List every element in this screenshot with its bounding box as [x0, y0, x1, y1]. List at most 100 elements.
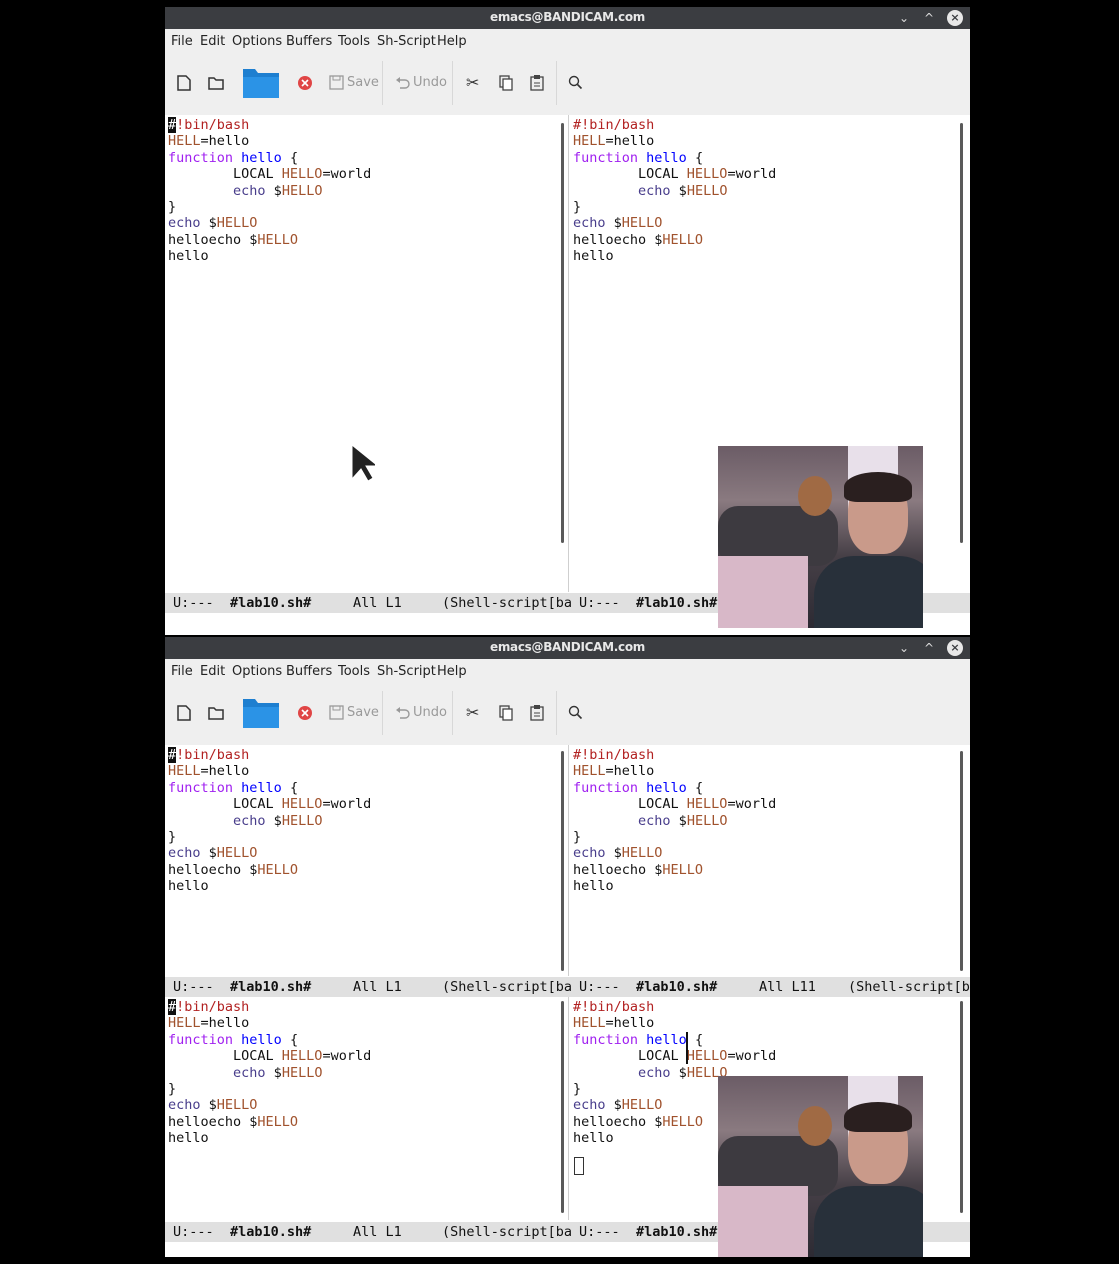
ibeam-mouse-cursor — [686, 1032, 688, 1064]
mode-line-buffer-name[interactable]: #lab10.sh# — [230, 593, 311, 613]
code-buffer[interactable]: #!bin/bash HELL=hello function hello { L… — [168, 999, 371, 1147]
window-divider[interactable] — [568, 997, 569, 1220]
webcam-overlay — [718, 446, 923, 628]
open-directory-icon[interactable] — [208, 76, 224, 90]
undo-icon[interactable] — [395, 76, 410, 90]
mode-line-position: All L1 — [353, 979, 402, 995]
menu-help[interactable]: Help — [437, 34, 467, 49]
mode-line-buffer-name[interactable]: #lab10.sh# — [636, 1222, 717, 1242]
copy-icon[interactable] — [499, 75, 513, 91]
search-icon[interactable] — [568, 75, 583, 90]
menu-file[interactable]: File — [171, 664, 193, 679]
scrollbar[interactable] — [960, 1001, 963, 1213]
maximize-button[interactable]: ^ — [920, 639, 938, 657]
menu-edit[interactable]: Edit — [200, 664, 225, 679]
toolbar-separator — [556, 691, 557, 735]
scrollbar[interactable] — [561, 1001, 564, 1213]
minimize-button[interactable]: ⌄ — [895, 9, 913, 27]
mode-line-buffer-name[interactable]: #lab10.sh# — [636, 593, 717, 613]
folder-icon[interactable] — [242, 695, 280, 729]
new-file-icon[interactable] — [177, 75, 191, 91]
title-bar[interactable]: emacs@BANDICAM.com ⌄ ^ × — [165, 7, 970, 29]
code-buffer[interactable]: #!bin/bash HELL=hello function hello { L… — [168, 117, 371, 265]
mode-line-status: U:--- — [579, 979, 620, 995]
code-buffer[interactable]: #!bin/bash HELL=hello function hello { L… — [573, 747, 776, 895]
menu-tools[interactable]: Tools — [338, 664, 370, 679]
mode-line-position: All L1 — [353, 595, 402, 611]
menu-options[interactable]: Options — [232, 34, 282, 49]
new-file-icon[interactable] — [177, 705, 191, 721]
folder-icon[interactable] — [242, 65, 280, 99]
hollow-text-cursor — [574, 1157, 584, 1175]
text-cursor: # — [168, 999, 177, 1015]
close-buffer-icon[interactable] — [298, 76, 312, 90]
save-button[interactable]: Save — [347, 75, 379, 90]
cut-icon[interactable]: ✂ — [466, 703, 479, 722]
menu-file[interactable]: File — [171, 34, 193, 49]
window-divider[interactable] — [568, 115, 569, 592]
scrollbar[interactable] — [561, 751, 564, 971]
window-title: emacs@BANDICAM.com — [490, 640, 645, 654]
paste-icon[interactable] — [530, 74, 544, 91]
menu-bar: File Edit Options Buffers Tools Sh-Scrip… — [165, 29, 970, 55]
mode-line-position: All L1 — [353, 1224, 402, 1240]
tool-bar: Save Undo ✂ — [165, 55, 970, 115]
mode-line[interactable]: U:--- #lab10.sh# All L1 (Shell-script[ba — [165, 977, 571, 997]
search-icon[interactable] — [568, 705, 583, 720]
teddy-bear — [798, 476, 832, 516]
menu-sh-script[interactable]: Sh-Script — [377, 34, 436, 49]
editor-pane-lower-left[interactable]: #!bin/bash HELL=hello function hello { L… — [165, 997, 565, 1220]
menu-buffers[interactable]: Buffers — [286, 34, 332, 49]
mode-line-buffer-name[interactable]: #lab10.sh# — [230, 977, 311, 997]
menu-sh-script[interactable]: Sh-Script — [377, 664, 436, 679]
close-window-button[interactable]: × — [947, 640, 963, 656]
text-cursor: # — [168, 747, 177, 763]
close-buffer-icon[interactable] — [298, 706, 312, 720]
editor-pane-upper-right[interactable]: #!bin/bash HELL=hello function hello { L… — [570, 745, 970, 976]
menu-options[interactable]: Options — [232, 664, 282, 679]
mode-line-major-mode[interactable]: (Shell-script[ba — [442, 1222, 571, 1242]
menu-bar: File Edit Options Buffers Tools Sh-Scrip… — [165, 659, 970, 685]
save-icon[interactable] — [329, 75, 344, 90]
mouse-pointer — [351, 444, 375, 482]
cut-icon[interactable]: ✂ — [466, 73, 479, 92]
mode-line-status: U:--- — [579, 1224, 620, 1240]
toolbar-separator — [452, 691, 453, 735]
menu-tools[interactable]: Tools — [338, 34, 370, 49]
save-icon[interactable] — [329, 705, 344, 720]
undo-icon[interactable] — [395, 706, 410, 720]
toolbar-separator — [382, 691, 383, 735]
mode-line-major-mode[interactable]: (Shell-script[b — [848, 977, 970, 997]
maximize-button[interactable]: ^ — [920, 9, 938, 27]
save-button[interactable]: Save — [347, 705, 379, 720]
title-bar[interactable]: emacs@BANDICAM.com ⌄ ^ × — [165, 637, 970, 659]
mode-line-active[interactable]: U:--- #lab10.sh# All L11 (Shell-script[b — [571, 977, 970, 997]
undo-button[interactable]: Undo — [413, 705, 447, 720]
mode-line-major-mode[interactable]: (Shell-script[ba — [442, 977, 571, 997]
open-directory-icon[interactable] — [208, 706, 224, 720]
scrollbar[interactable] — [960, 751, 963, 971]
paste-icon[interactable] — [530, 704, 544, 721]
code-buffer[interactable]: #!bin/bash HELL=hello function hello { L… — [573, 117, 776, 265]
mode-line-major-mode[interactable]: (Shell-script[ba — [442, 593, 571, 613]
scrollbar[interactable] — [561, 123, 564, 543]
minimize-button[interactable]: ⌄ — [895, 639, 913, 657]
window-divider[interactable] — [568, 745, 569, 976]
mode-line-buffer-name[interactable]: #lab10.sh# — [636, 977, 717, 997]
menu-buffers[interactable]: Buffers — [286, 664, 332, 679]
copy-icon[interactable] — [499, 705, 513, 721]
menu-help[interactable]: Help — [437, 664, 467, 679]
text-cursor: # — [168, 117, 177, 133]
scrollbar[interactable] — [960, 123, 963, 543]
code-buffer[interactable]: #!bin/bash HELL=hello function hello { L… — [168, 747, 371, 895]
close-window-button[interactable]: × — [947, 10, 963, 26]
mode-line-position: All L11 — [759, 979, 816, 995]
mode-line[interactable]: U:--- #lab10.sh# All L1 (Shell-script[ba — [165, 593, 571, 613]
editor-pane-upper-left[interactable]: #!bin/bash HELL=hello function hello { L… — [165, 745, 565, 976]
editor-pane-left[interactable]: #!bin/bash HELL=hello function hello { L… — [165, 115, 565, 592]
mode-line-status: U:--- — [173, 979, 214, 995]
undo-button[interactable]: Undo — [413, 75, 447, 90]
menu-edit[interactable]: Edit — [200, 34, 225, 49]
mode-line-buffer-name[interactable]: #lab10.sh# — [230, 1222, 311, 1242]
mode-line[interactable]: U:--- #lab10.sh# All L1 (Shell-script[ba — [165, 1222, 571, 1242]
